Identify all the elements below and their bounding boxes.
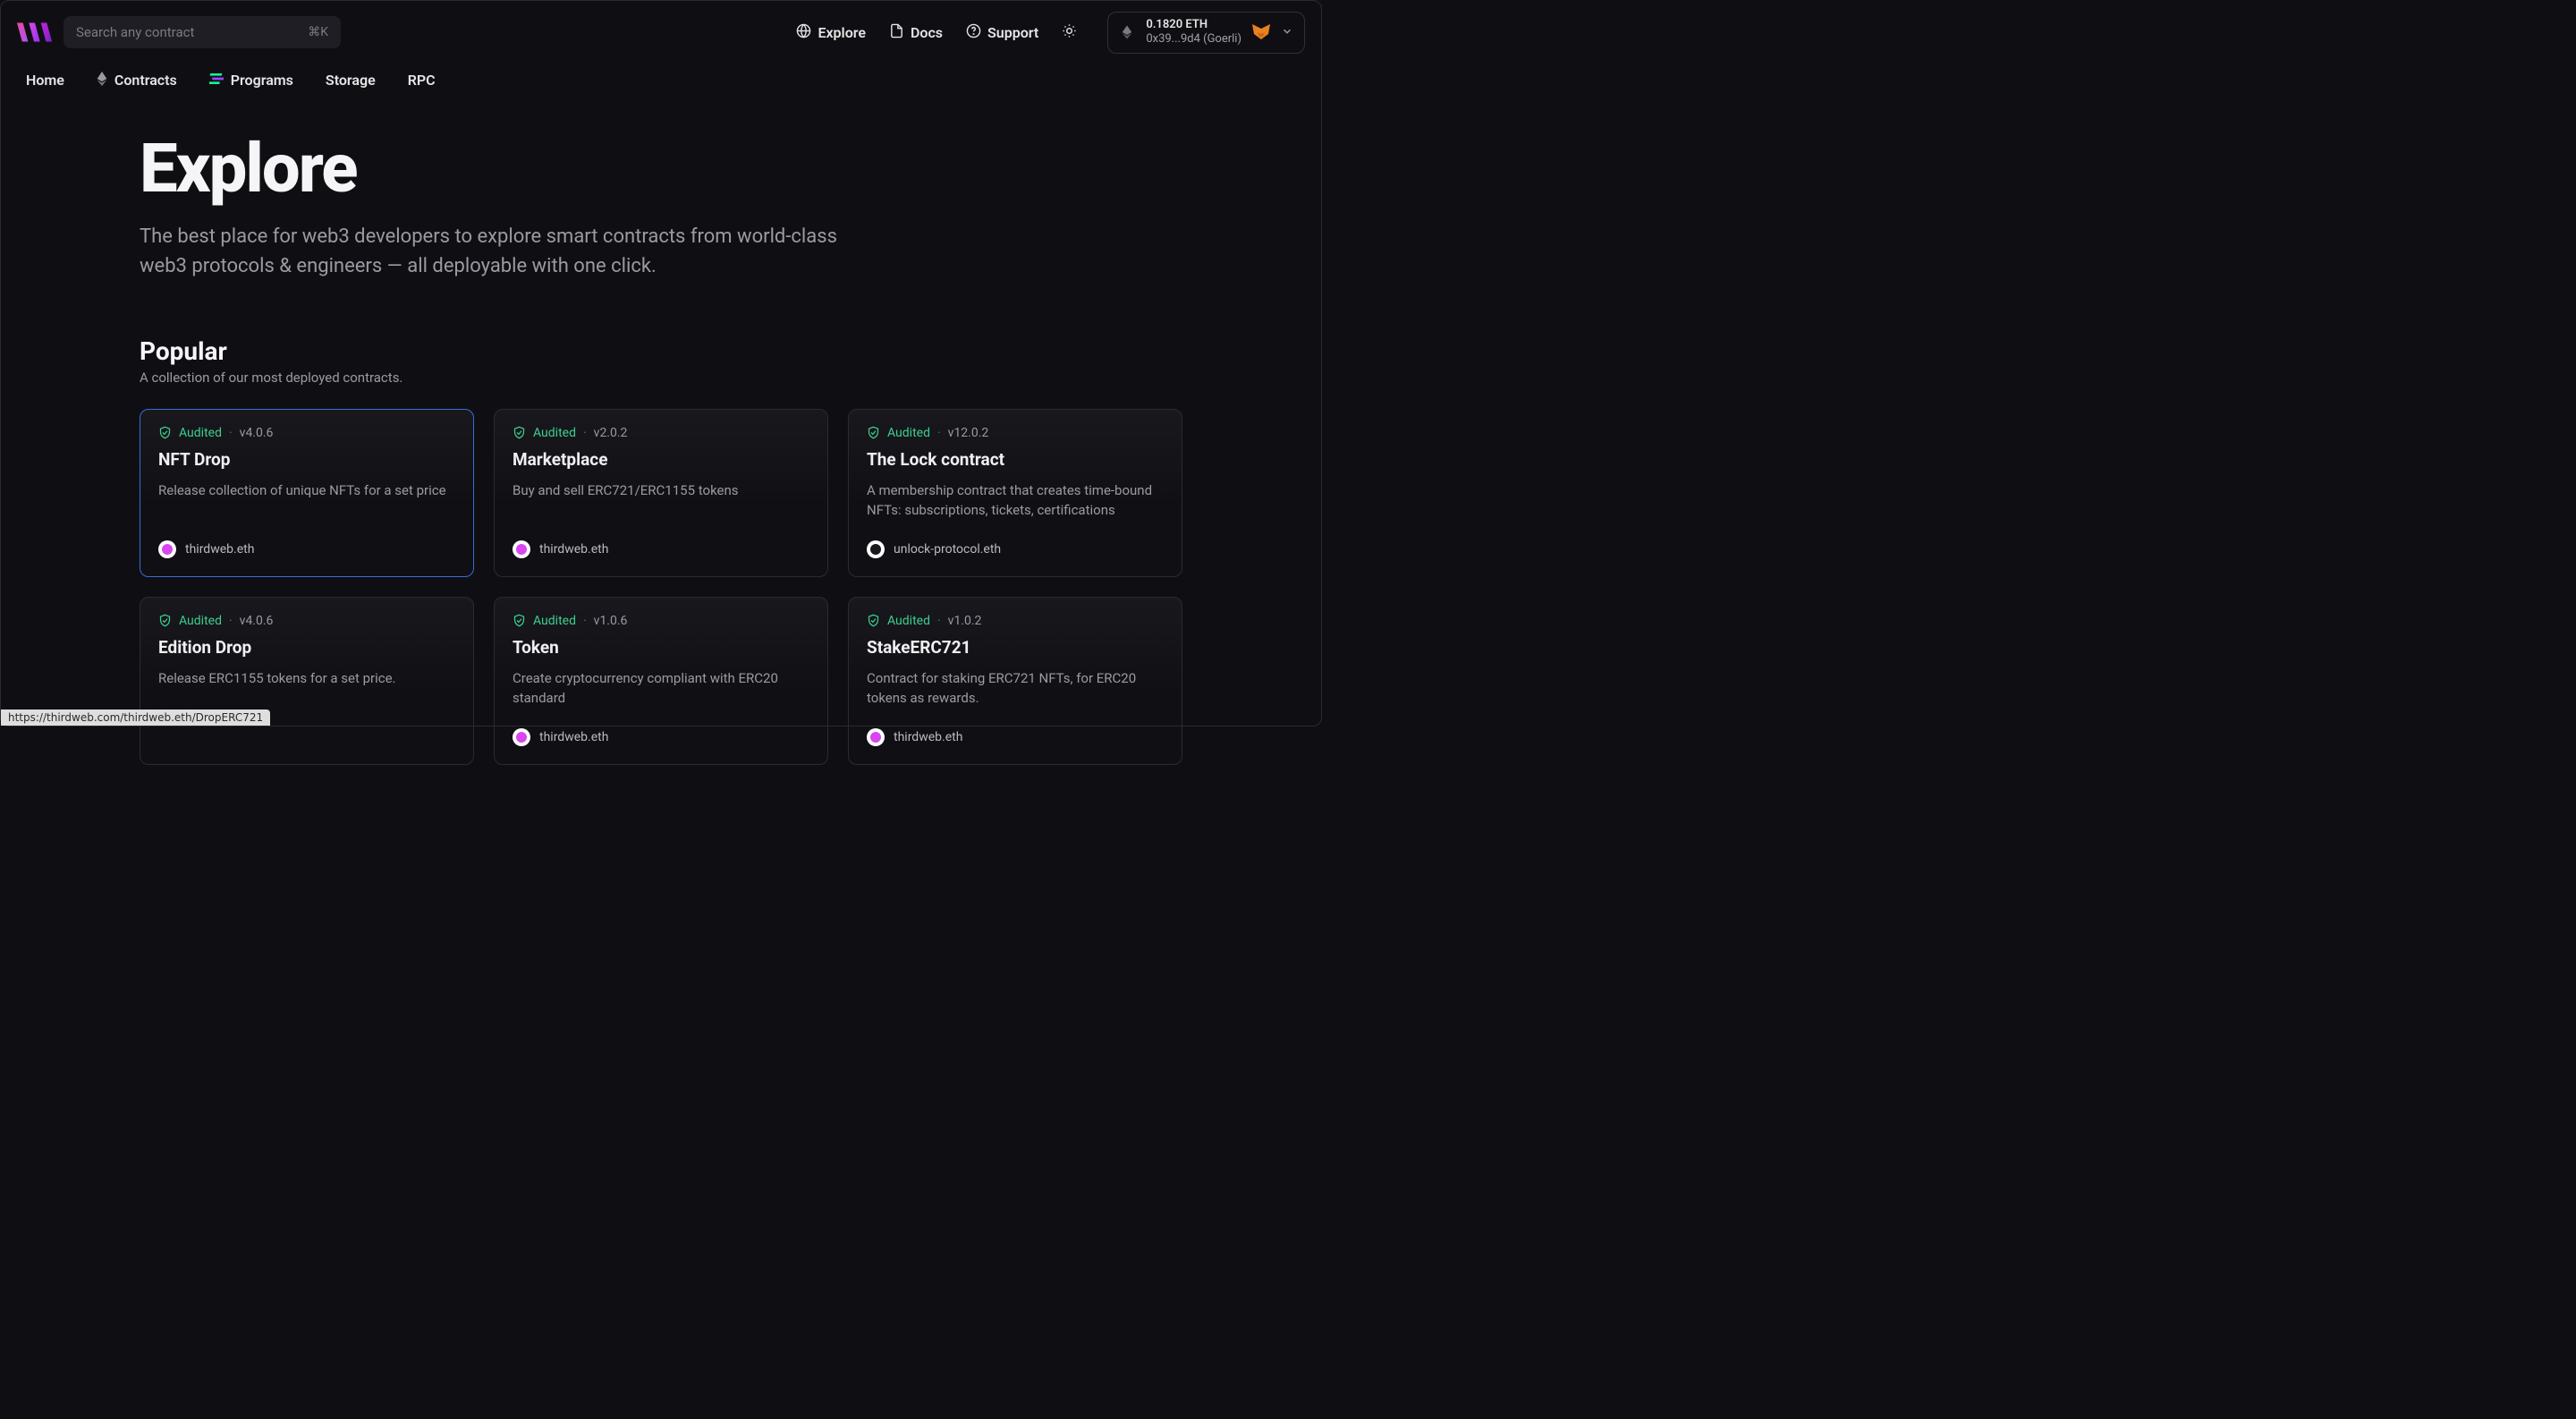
audited-badge: Audited [179,426,222,440]
nav-docs[interactable]: Docs [889,23,943,42]
search-placeholder: Search any contract [76,24,308,40]
separator-dot: · [583,614,587,628]
author-avatar [513,728,530,746]
mainnav-contracts[interactable]: Contracts [97,72,177,89]
shield-check-icon [513,426,526,439]
card-title: NFT Drop [158,449,455,470]
version-label: v12.0.2 [948,426,989,440]
version-label: v2.0.2 [594,426,628,440]
version-label: v4.0.6 [240,426,274,440]
search-shortcut: ⌘K [308,25,328,39]
author-avatar [513,540,530,558]
author-name: thirdweb.eth [539,542,608,557]
mainnav-programs[interactable]: Programs [209,72,293,89]
sun-icon [1062,23,1077,42]
contract-card[interactable]: Audited · v1.0.6 Token Create cryptocurr… [494,597,828,765]
card-title: The Lock contract [867,449,1164,470]
card-description: Create cryptocurrency compliant with ERC… [513,668,809,716]
wallet-button[interactable]: 0.1820 ETH 0x39...9d4 (Goerli) [1107,12,1305,54]
mainnav-home[interactable]: Home [26,72,64,89]
version-label: v1.0.2 [948,614,982,628]
separator-dot: · [937,426,941,440]
author-avatar [158,540,176,558]
card-title: Marketplace [513,449,809,470]
separator-dot: · [229,426,233,440]
card-title: StakeERC721 [867,637,1164,658]
audited-badge: Audited [179,614,222,628]
help-icon [966,23,981,42]
mainnav-programs-label: Programs [231,72,293,89]
mainnav-rpc-label: RPC [408,72,436,89]
audited-badge: Audited [887,614,930,628]
card-description: Release collection of unique NFTs for a … [158,480,455,528]
author-name: unlock-protocol.eth [894,542,1001,557]
card-description: A membership contract that creates time-… [867,480,1164,528]
nav-support-label: Support [987,24,1038,41]
shield-check-icon [867,426,880,439]
theme-toggle[interactable] [1062,23,1077,42]
contract-card[interactable]: Audited · v2.0.2 Marketplace Buy and sel… [494,409,828,577]
search-input[interactable]: Search any contract ⌘K [64,16,341,48]
wallet-balance: 0.1820 ETH [1146,18,1241,32]
nav-explore[interactable]: Explore [796,23,866,42]
card-description: Buy and sell ERC721/ERC1155 tokens [513,480,809,528]
mainnav-storage-label: Storage [326,72,376,89]
section-popular-title: Popular [140,336,1191,366]
author-avatar [867,728,885,746]
metamask-icon [1250,21,1272,43]
shield-check-icon [867,614,880,627]
nav-docs-label: Docs [911,24,943,41]
card-title: Token [513,637,809,658]
globe-icon [796,23,811,42]
audited-badge: Audited [533,614,576,628]
audited-badge: Audited [887,426,930,440]
card-description: Contract for staking ERC721 NFTs, for ER… [867,668,1164,716]
wallet-address: 0x39...9d4 (Goerli) [1146,32,1241,47]
mainnav-home-label: Home [26,72,64,89]
contract-card[interactable]: Audited · v4.0.6 Edition Drop Release ER… [140,597,474,765]
separator-dot: · [583,426,587,440]
contract-card[interactable]: Audited · v4.0.6 NFT Drop Release collec… [140,409,474,577]
page-subtitle: The best place for web3 developers to ex… [140,222,846,281]
card-description: Release ERC1155 tokens for a set price. [158,668,455,746]
status-url: https://thirdweb.com/thirdweb.eth/DropER… [1,710,270,726]
solana-icon [209,72,224,89]
author-name: thirdweb.eth [894,730,962,744]
nav-explore-label: Explore [818,24,866,41]
contract-card[interactable]: Audited · v12.0.2 The Lock contract A me… [848,409,1182,577]
chevron-down-icon [1281,24,1293,41]
mainnav-rpc[interactable]: RPC [408,72,436,89]
shield-check-icon [158,614,172,627]
contract-card[interactable]: Audited · v1.0.2 StakeERC721 Contract fo… [848,597,1182,765]
ethereum-icon [1119,23,1137,41]
audited-badge: Audited [533,426,576,440]
page-title: Explore [140,134,1191,202]
mainnav-storage[interactable]: Storage [326,72,376,89]
author-name: thirdweb.eth [539,730,608,744]
version-label: v1.0.6 [594,614,628,628]
author-name: thirdweb.eth [185,542,254,557]
section-popular-subtitle: A collection of our most deployed contra… [140,370,1191,386]
file-icon [889,23,904,42]
brand-logo[interactable] [17,19,53,46]
separator-dot: · [229,614,233,628]
version-label: v4.0.6 [240,614,274,628]
shield-check-icon [513,614,526,627]
card-title: Edition Drop [158,637,455,658]
nav-support[interactable]: Support [966,23,1038,42]
mainnav-contracts-label: Contracts [114,72,177,89]
author-avatar [867,540,885,558]
separator-dot: · [937,614,941,628]
shield-check-icon [158,426,172,439]
ethereum-small-icon [97,72,107,89]
